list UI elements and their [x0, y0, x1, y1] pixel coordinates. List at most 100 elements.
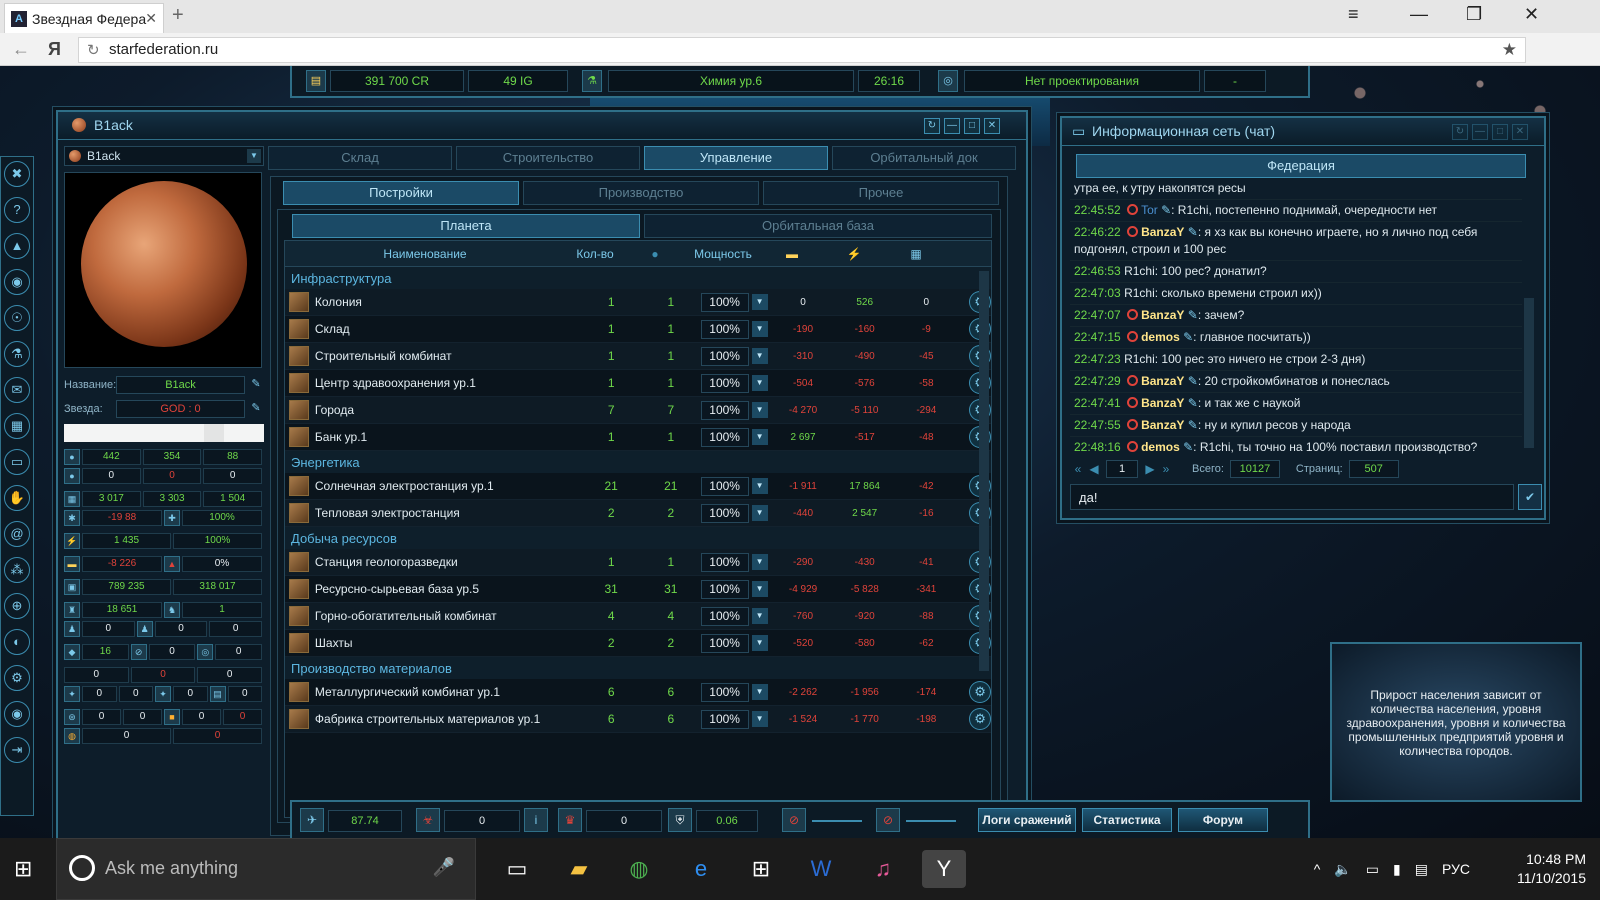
maximize-icon[interactable]: □: [1492, 124, 1508, 140]
tab-orbital-dock[interactable]: Орбитальный док: [832, 146, 1016, 170]
volume-slider-2[interactable]: [906, 820, 956, 822]
coins-icon[interactable]: ◉: [4, 269, 30, 295]
power-select[interactable]: 100% ▼: [700, 400, 773, 420]
table-scrollbar[interactable]: [979, 271, 989, 671]
power-select[interactable]: 100% ▼: [700, 373, 773, 393]
tab-buildings[interactable]: Постройки: [283, 181, 519, 205]
research-flask-icon[interactable]: ⚗: [582, 70, 602, 92]
planet-icon[interactable]: ◐: [4, 629, 30, 655]
maximize-icon[interactable]: □: [964, 118, 980, 134]
language-indicator[interactable]: РУС: [1442, 861, 1470, 877]
minimize-icon[interactable]: —: [944, 118, 960, 134]
pencil-icon[interactable]: ✎: [1183, 440, 1193, 454]
chrome-icon[interactable]: ◍: [620, 850, 658, 888]
chevron-down-icon[interactable]: ▼: [751, 635, 768, 651]
research-name[interactable]: Химия ур.6: [608, 70, 854, 92]
file-explorer-icon[interactable]: ▰: [560, 850, 598, 888]
fleet-icon[interactable]: ▲: [4, 233, 30, 259]
pencil-icon[interactable]: ✎: [1161, 203, 1171, 217]
message-author[interactable]: BanzaY: [1141, 396, 1184, 410]
prev-page-icon[interactable]: ◀: [1086, 462, 1102, 476]
chevron-down-icon[interactable]: ▼: [751, 608, 768, 624]
statistics-button[interactable]: Статистика: [1082, 808, 1172, 832]
target-icon[interactable]: ⊕: [4, 593, 30, 619]
new-tab-icon[interactable]: +: [172, 4, 184, 27]
tab-other[interactable]: Прочее: [763, 181, 999, 205]
mute-icon[interactable]: ⊘: [782, 808, 806, 832]
send-checkmark-icon[interactable]: ✔: [1518, 484, 1542, 510]
tab-orbital-base[interactable]: Орбитальная база: [644, 214, 992, 238]
chevron-down-icon[interactable]: ▼: [751, 711, 768, 727]
chevron-down-icon[interactable]: ▼: [751, 375, 768, 391]
refresh-icon[interactable]: ↻: [87, 41, 100, 59]
pencil-icon[interactable]: ✎: [1188, 418, 1198, 432]
tab-management[interactable]: Управление: [644, 146, 828, 170]
chevron-down-icon[interactable]: ▼: [751, 684, 768, 700]
chevron-down-icon[interactable]: ▼: [751, 581, 768, 597]
chevron-down-icon[interactable]: ▼: [751, 429, 768, 445]
message-author[interactable]: BanzaY: [1141, 418, 1184, 432]
galaxy-icon[interactable]: @: [4, 521, 30, 547]
message-author[interactable]: BanzaY: [1141, 308, 1184, 322]
power-select[interactable]: 100% ▼: [700, 633, 773, 653]
design-icon[interactable]: ◎: [938, 70, 958, 92]
back-icon[interactable]: ←: [12, 39, 30, 60]
message-author[interactable]: Tor: [1141, 203, 1158, 217]
network-icon[interactable]: ▮: [1393, 861, 1401, 878]
fleet-speed-icon[interactable]: ✈: [300, 808, 324, 832]
power-select[interactable]: 100% ▼: [700, 346, 773, 366]
yandex-browser-icon[interactable]: Y: [922, 850, 966, 888]
chevron-down-icon[interactable]: ▼: [751, 402, 768, 418]
power-select[interactable]: 100% ▼: [700, 682, 773, 702]
message-author[interactable]: demos: [1141, 330, 1180, 344]
tab-planet[interactable]: Планета: [292, 214, 640, 238]
first-page-icon[interactable]: «: [1070, 462, 1086, 476]
gear-icon[interactable]: ⚙: [969, 708, 992, 730]
pencil-icon[interactable]: ✎: [1188, 374, 1198, 388]
task-view-icon[interactable]: ▭: [498, 850, 536, 888]
menu-icon[interactable]: ≡: [1348, 4, 1359, 25]
flask-icon[interactable]: ⚗: [4, 341, 30, 367]
chevron-down-icon[interactable]: ▼: [751, 321, 768, 337]
alliance-icon[interactable]: ⁂: [4, 557, 30, 583]
power-select[interactable]: 100% ▼: [700, 552, 773, 572]
last-page-icon[interactable]: »: [1158, 462, 1174, 476]
pencil-icon[interactable]: ✎: [1188, 225, 1198, 239]
bookmark-star-icon[interactable]: ★: [1502, 40, 1517, 60]
chevron-down-icon[interactable]: ▼: [247, 149, 261, 163]
power-select[interactable]: 100% ▼: [700, 503, 773, 523]
eye-icon[interactable]: ◉: [4, 701, 30, 727]
store-icon[interactable]: ⊞: [742, 850, 780, 888]
next-page-icon[interactable]: ▶: [1142, 462, 1158, 476]
cortana-search[interactable]: Ask me anything 🎤: [56, 838, 476, 900]
chevron-down-icon[interactable]: ▼: [751, 348, 768, 364]
itunes-icon[interactable]: ♫: [864, 850, 902, 888]
notifications-icon[interactable]: ▤: [1415, 861, 1428, 878]
chevron-down-icon[interactable]: ▼: [751, 554, 768, 570]
power-select[interactable]: 100% ▼: [700, 427, 773, 447]
volume-icon[interactable]: 🔈: [1334, 861, 1351, 878]
tab-federation[interactable]: Федерация: [1076, 154, 1526, 178]
chevron-down-icon[interactable]: ▼: [751, 505, 768, 521]
pencil-icon[interactable]: ✎: [1188, 308, 1198, 322]
page-input[interactable]: 1: [1106, 460, 1138, 478]
mute-icon[interactable]: ⊘: [876, 808, 900, 832]
power-select[interactable]: 100% ▼: [700, 476, 773, 496]
clock[interactable]: 10:48 PM 11/10/2015: [1517, 850, 1586, 888]
chevron-down-icon[interactable]: ▼: [751, 294, 768, 310]
research-icon[interactable]: ☉: [4, 305, 30, 331]
refresh-icon[interactable]: ↻: [1452, 124, 1468, 140]
tab-production[interactable]: Производство: [523, 181, 759, 205]
pencil-icon[interactable]: ✎: [1183, 330, 1193, 344]
mail-icon[interactable]: ✉: [4, 377, 30, 403]
battery-icon[interactable]: ▭: [1366, 861, 1379, 878]
power-select[interactable]: 100% ▼: [700, 709, 773, 729]
edit-name-icon[interactable]: ✎: [248, 377, 264, 393]
chat-input[interactable]: да!: [1070, 484, 1514, 510]
message-author[interactable]: BanzaY: [1141, 225, 1184, 239]
close-icon[interactable]: ✕: [984, 118, 1000, 134]
tab-warehouse[interactable]: Склад: [268, 146, 452, 170]
close-window-icon[interactable]: ✕: [1524, 4, 1539, 25]
logout-icon[interactable]: ⇥: [4, 737, 30, 763]
microphone-icon[interactable]: 🎤: [433, 857, 455, 878]
